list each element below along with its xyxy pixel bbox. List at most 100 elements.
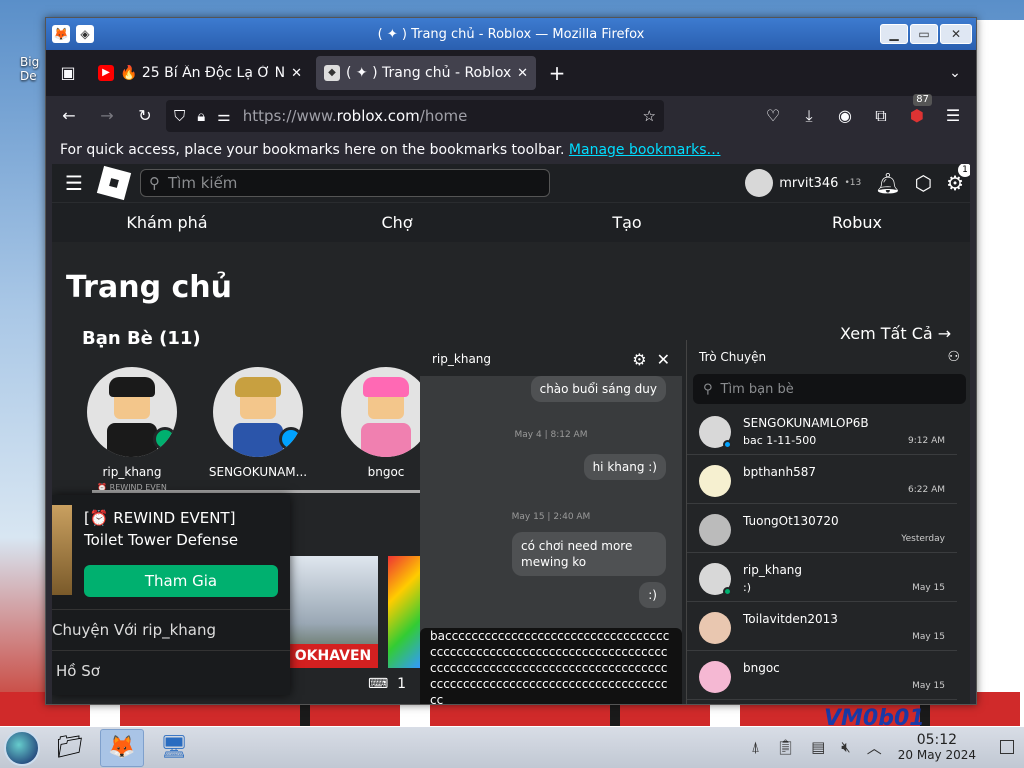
- search-icon: ⚲: [703, 381, 713, 397]
- friends-section-title[interactable]: Bạn Bè (11): [82, 328, 201, 349]
- status-in-game-icon: [153, 427, 177, 451]
- chat-list-item[interactable]: Toilavitden2013 May 15: [687, 602, 957, 651]
- age-badge: •13: [844, 178, 862, 188]
- friend-avatar[interactable]: [87, 367, 177, 457]
- friend-tile[interactable]: rip_khang ⏰ REWIND EVEN: [80, 367, 184, 492]
- chat-list-header: Trò Chuyện ⚇: [687, 340, 972, 374]
- minimize-button[interactable]: ▁: [880, 24, 908, 44]
- chat-time: May 15: [912, 583, 945, 593]
- message-timestamp: May 4 | 8:12 AM: [514, 430, 588, 440]
- account-icon[interactable]: ◉: [828, 100, 862, 132]
- extensions-icon[interactable]: ⧉: [864, 100, 898, 132]
- url-text[interactable]: https://www.roblox.com/home: [243, 107, 631, 125]
- nav-robux[interactable]: Robux: [742, 213, 972, 232]
- chat-name: SENGOKUNAMLOP6B: [743, 416, 869, 430]
- chat-with-friend-button[interactable]: Chuyện Với rip_khang: [52, 609, 290, 649]
- roblox-logo[interactable]: [96, 165, 132, 201]
- window-title: ( ✦ ) Trang chủ - Roblox — Mozilla Firef…: [377, 26, 645, 42]
- permissions-icon[interactable]: ⚌: [217, 107, 230, 125]
- chat-list-item[interactable]: rip_khang :) May 15: [687, 553, 957, 602]
- remote-desktop-icon[interactable]: 🖥︎: [152, 729, 196, 767]
- tab-label: 🔥 25 Bí Ẩn Độc Lạ Ở Nước: [120, 65, 286, 81]
- url-bar[interactable]: ⛉ 🔒︎ ⚌ https://www.roblox.com/home ☆: [166, 100, 664, 132]
- chat-list-panel: Trò Chuyện ⚇ ⚲ Tìm bạn bè SENGOKUNAMLOP6…: [686, 340, 972, 704]
- chat-preview: :): [743, 581, 751, 594]
- user-profile-link[interactable]: mrvit346 •13: [745, 169, 861, 197]
- search-placeholder: Tìm kiếm: [168, 174, 238, 192]
- pocket-icon[interactable]: ♡: [756, 100, 790, 132]
- clock[interactable]: 05:12 20 May 2024: [897, 732, 976, 762]
- friend-search-input[interactable]: ⚲ Tìm bạn bè: [693, 374, 966, 404]
- chat-list-item[interactable]: SENGOKUNAMLOP6B bac 1-11-500 9:12 AM: [687, 406, 957, 455]
- friends-scrollbar[interactable]: [92, 490, 472, 493]
- volume-muted-icon[interactable]: 🔇︎: [841, 738, 850, 756]
- robux-icon[interactable]: ⬡: [915, 171, 932, 195]
- ublock-icon[interactable]: ⬢ 87: [900, 94, 934, 132]
- page-title: Trang chủ: [66, 270, 232, 305]
- avatar: [699, 612, 731, 644]
- message-bubble: hi khang :): [583, 454, 666, 480]
- menu-icon[interactable]: ☰: [936, 100, 970, 132]
- clock-date: 20 May 2024: [897, 747, 976, 762]
- pin-icon[interactable]: ◈: [76, 25, 94, 43]
- notifications-bell-icon[interactable]: 🔔︎: [875, 171, 900, 195]
- firefox-view-icon[interactable]: ▣: [52, 57, 84, 89]
- bookmark-star-icon[interactable]: ☆: [643, 107, 656, 125]
- friend-avatar[interactable]: [213, 367, 303, 457]
- game-tile-thumbnail[interactable]: [388, 556, 420, 668]
- friend-avatar[interactable]: [341, 367, 431, 457]
- back-icon[interactable]: ←: [52, 100, 86, 132]
- conversation-title[interactable]: rip_khang: [432, 352, 491, 366]
- chat-list-item[interactable]: bpthanh587 6:22 AM: [687, 455, 957, 504]
- search-input[interactable]: ⚲ Tìm kiếm: [140, 169, 550, 197]
- join-game-button[interactable]: Tham Gia: [84, 565, 278, 597]
- nav-create[interactable]: Tạo: [512, 213, 742, 232]
- close-window-button[interactable]: ✕: [940, 24, 972, 44]
- chat-name: bngoc: [743, 661, 780, 675]
- close-conversation-icon[interactable]: ✕: [657, 350, 670, 369]
- status-online-icon: [279, 427, 303, 451]
- close-tab-icon[interactable]: ✕: [291, 66, 302, 81]
- message-input[interactable]: bacccccccccccccccccccccccccccccccccccccc…: [420, 628, 682, 704]
- hamburger-menu-icon[interactable]: ☰: [60, 171, 88, 195]
- friend-tile[interactable]: SENGOKUNAM...: [206, 367, 310, 479]
- tab-youtube[interactable]: ▶ 🔥 25 Bí Ẩn Độc Lạ Ở Nước ✕: [90, 56, 310, 90]
- window-titlebar[interactable]: 🦊 ◈ ( ✦ ) Trang chủ - Roblox — Mozilla F…: [46, 18, 976, 50]
- view-profile-button[interactable]: Hồ Sơ: [52, 650, 290, 690]
- new-group-chat-icon[interactable]: ⚇: [947, 349, 960, 365]
- forward-icon[interactable]: →: [90, 100, 124, 132]
- firefox-taskbar-icon[interactable]: 🦊: [100, 728, 144, 767]
- file-manager-icon[interactable]: 📁︎: [48, 729, 92, 767]
- roblox-favicon-icon: ◆: [324, 65, 340, 81]
- firefox-app-icon[interactable]: 🦊: [52, 25, 70, 43]
- list-all-tabs-button[interactable]: ⌄: [940, 65, 970, 81]
- conversation-settings-icon[interactable]: ⚙: [632, 350, 646, 369]
- tab-roblox[interactable]: ◆ ( ✦ ) Trang chủ - Roblox ✕: [316, 56, 536, 90]
- chevron-up-icon[interactable]: ︿: [867, 737, 882, 758]
- downloads-icon[interactable]: ⤓: [792, 100, 826, 132]
- lock-icon[interactable]: 🔒︎: [197, 107, 205, 125]
- nav-explore[interactable]: Khám phá: [52, 213, 282, 232]
- page-scrollbar[interactable]: [970, 164, 976, 704]
- settings-gear-icon[interactable]: ⚙ 1: [946, 164, 972, 195]
- new-tab-button[interactable]: +: [542, 61, 572, 85]
- roblox-header: ☰ ⚲ Tìm kiếm mrvit346 •13 🔔︎ ⬡ ⚙ 1: [52, 164, 972, 202]
- avatar: [745, 169, 774, 197]
- chat-list-item[interactable]: bngoc May 15: [687, 651, 957, 700]
- close-tab-icon[interactable]: ✕: [517, 66, 528, 81]
- game-tile-thumbnail[interactable]: OKHAVEN: [288, 556, 378, 668]
- chat-list-item[interactable]: TuongOt130720 Yesterday: [687, 504, 957, 553]
- chat-time: May 15: [912, 681, 945, 691]
- nav-marketplace[interactable]: Chợ: [282, 213, 512, 232]
- clipboard-icon[interactable]: 📋︎: [776, 738, 795, 756]
- storage-icon[interactable]: ▤: [811, 738, 825, 756]
- network-icon[interactable]: ⍋: [751, 738, 760, 756]
- shield-icon[interactable]: ⛉: [174, 107, 185, 125]
- reload-icon[interactable]: ↻: [128, 100, 162, 132]
- chat-name: rip_khang: [743, 563, 803, 577]
- start-button[interactable]: [4, 729, 40, 766]
- show-desktop-button[interactable]: [1000, 740, 1014, 755]
- chat-name: Toilavitden2013: [743, 612, 838, 626]
- manage-bookmarks-link[interactable]: Manage bookmarks…: [569, 142, 721, 158]
- maximize-button[interactable]: ▭: [910, 24, 938, 44]
